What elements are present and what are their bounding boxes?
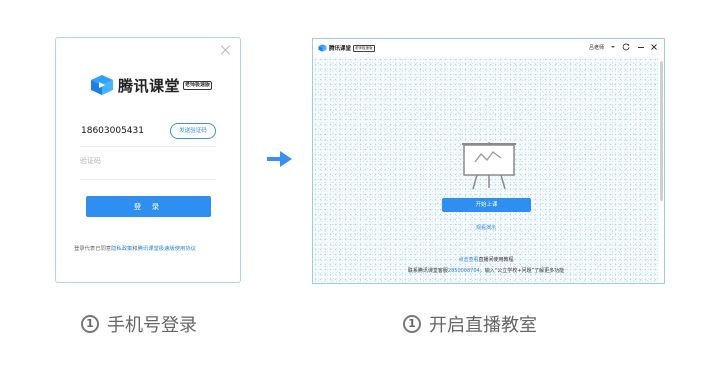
tencent-classroom-logo-icon [318,44,327,52]
view-tutorial-link[interactable]: 点击查看 [458,257,478,263]
step-number: 1 [81,315,99,333]
phone-field[interactable]: 18603005431 [81,126,144,136]
window-title: 腾讯课堂 [329,46,352,52]
help-line-prefix: 联系腾讯课堂客服 [407,268,448,274]
brand-badge: 老师极速版 [183,80,213,90]
divider [80,146,216,147]
step-number: 1 [403,315,421,333]
brand-name: 腾讯课堂 [118,76,181,95]
brand-logo: 腾讯课堂 老师极速版 [90,74,213,96]
help-line-suffix: ，输入“公立学校+问题”了解更多功能 [479,268,565,274]
step-caption-text: 开启直播教室 [429,315,537,336]
window-titlebar: 腾讯课堂 老师极速版 吕老师 [313,39,664,57]
terms-link[interactable]: 腾讯课堂极速版使用协议 [138,246,196,252]
scrollbar[interactable] [660,61,663,201]
whiteboard-icon [462,142,516,190]
tencent-classroom-logo-icon [91,75,113,95]
step-caption-text: 手机号登录 [107,315,197,336]
privacy-policy-link[interactable]: 隐私政策 [111,246,132,252]
send-code-button[interactable]: 发送验证码 [170,123,216,139]
close-icon[interactable] [221,45,231,55]
window-logo: 腾讯课堂 老师极速版 [318,44,375,52]
arrow-right-icon [267,151,292,167]
agreement-text: 登录代表已同意隐私政策和腾讯课堂极速版使用协议 [74,244,234,252]
login-button[interactable]: 登 录 [86,196,211,217]
start-class-button[interactable]: 开始上课 [442,198,531,212]
window-title-badge: 老师极速版 [353,44,375,52]
refresh-icon[interactable] [622,43,630,51]
user-menu[interactable]: 吕老师 [589,44,604,51]
classroom-window: 腾讯课堂 老师极速版 吕老师 开始上课 观看演示 点击查看直播间使用教程 联系腾… [312,38,665,284]
verification-code-input[interactable] [80,157,170,165]
help-line-support: 联系腾讯课堂客服2850008704，输入“公立学校+问题”了解更多功能 [313,267,659,274]
login-panel: 腾讯课堂 老师极速版 18603005431 发送验证码 登 录 登录代表已同意… [55,37,241,283]
help-line-tutorial: 点击查看直播间使用教程 [313,256,659,263]
watch-demo-link[interactable]: 观看演示 [313,224,659,231]
agreement-prefix: 登录代表已同意 [74,246,112,252]
step-caption-classroom: 1 开启直播教室 [403,311,537,337]
help-line-text: 直播间使用教程 [478,257,514,263]
close-icon[interactable] [650,43,658,51]
divider [80,179,216,180]
minimize-icon[interactable] [637,43,645,51]
classroom-stage: 开始上课 观看演示 点击查看直播间使用教程 联系腾讯课堂客服2850008704… [313,57,659,283]
step-caption-login: 1 手机号登录 [81,311,197,337]
chevron-down-icon[interactable] [611,46,615,48]
support-qq-link[interactable]: 2850008704 [448,268,480,274]
